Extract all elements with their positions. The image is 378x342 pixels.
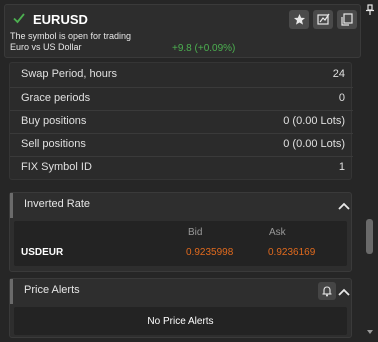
property-value: 0 (0.00 Lots) xyxy=(283,138,345,150)
price-alerts-list: No Price Alerts xyxy=(14,307,347,335)
property-value: 0 (0.00 Lots) xyxy=(283,115,345,127)
price-alerts-header[interactable]: Price Alerts xyxy=(10,279,351,304)
property-row: Grace periods 0 xyxy=(10,87,353,110)
inverted-rate-header[interactable]: Inverted Rate xyxy=(10,193,351,218)
section-title: Price Alerts xyxy=(24,284,80,296)
symbol-properties: Swap Period, hours 24 Grace periods 0 Bu… xyxy=(9,62,353,180)
property-value: 1 xyxy=(338,161,345,173)
bid-header: Bid xyxy=(188,227,203,238)
property-label: Grace periods xyxy=(21,92,91,104)
section-title: Inverted Rate xyxy=(24,198,91,210)
property-label: FIX Symbol ID xyxy=(21,161,92,173)
pin-icon[interactable] xyxy=(365,4,375,16)
favorite-button[interactable] xyxy=(289,10,309,29)
property-row: Sell positions 0 (0.00 Lots) xyxy=(10,133,353,156)
inverted-rate-section: Inverted Rate Bid Ask USDEUR 0.9235998 0… xyxy=(9,192,352,272)
detach-icon xyxy=(340,13,353,26)
scroll-down-icon[interactable] xyxy=(366,328,374,336)
bell-icon xyxy=(322,286,332,297)
property-row: Swap Period, hours 24 xyxy=(10,64,353,87)
symbol-description: Euro vs US Dollar xyxy=(10,42,82,52)
check-icon xyxy=(13,13,25,24)
property-label: Buy positions xyxy=(21,115,87,127)
pair-label: USDEUR xyxy=(21,247,64,258)
property-value: 24 xyxy=(332,68,345,80)
price-alerts-section: Price Alerts No Price Alerts xyxy=(9,278,352,338)
open-chart-button[interactable] xyxy=(313,10,333,29)
star-icon xyxy=(293,14,305,25)
chevron-up-icon[interactable] xyxy=(338,288,350,296)
price-change: +9.8 (+0.09%) xyxy=(172,43,236,54)
property-value: 0 xyxy=(338,92,345,104)
symbol-info-panel: EURUSD The symbol is open for trading Eu… xyxy=(0,0,378,342)
trading-status: The symbol is open for trading xyxy=(10,31,132,41)
add-alert-button[interactable] xyxy=(318,282,336,300)
bid-value: 0.9235998 xyxy=(186,247,234,258)
empty-alerts-text: No Price Alerts xyxy=(147,316,214,327)
chevron-up-icon[interactable] xyxy=(338,202,350,210)
scrollbar-track[interactable] xyxy=(364,60,376,338)
symbol-title: EURUSD xyxy=(33,12,88,27)
property-row: FIX Symbol ID 1 xyxy=(10,156,353,179)
property-label: Sell positions xyxy=(21,138,86,150)
property-label: Swap Period, hours xyxy=(21,68,117,80)
ask-header: Ask xyxy=(269,227,286,238)
symbol-header: EURUSD The symbol is open for trading Eu… xyxy=(4,4,361,58)
inverted-rate-table: Bid Ask USDEUR 0.9235998 0.9236169 xyxy=(14,221,347,266)
detach-button[interactable] xyxy=(337,10,357,29)
property-row: Buy positions 0 (0.00 Lots) xyxy=(10,110,353,133)
edit-chart-icon xyxy=(316,13,329,25)
scrollbar-thumb[interactable] xyxy=(366,219,373,254)
ask-value: 0.9236169 xyxy=(268,247,316,258)
